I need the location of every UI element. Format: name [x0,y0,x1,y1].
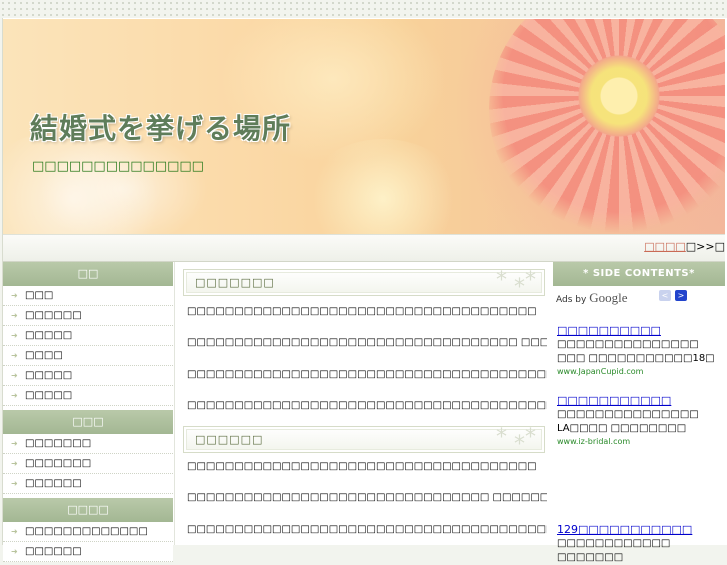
paragraph: □□□□□□□□□□□□□□□□□□□□□□□□□□□□□□□□□□□□□□□□… [187,524,547,535]
ad-unit: 129□□□□□□□□□□□ □□□□□□□□□□□□ □□□□□□□ [557,523,717,565]
next-page-link[interactable]: □□□□ [644,240,686,253]
section-heading: □□□□□□ [195,433,264,446]
left-menu-item[interactable]: □□□□ [3,346,173,366]
site-title[interactable]: 結婚式を挙げる場所 [30,107,291,147]
paragraph: □□□□□□□□□□□□□□□□□□□□□□□□□□□□□□□□□□□ □□□□… [187,337,547,348]
left-menu-item[interactable]: □□□□□□ [3,542,173,562]
ad-text: □□□□□□□□□□□□□□□ LA□□□□ □□□□□□□□ [557,409,699,434]
header-banner: 結婚式を挙げる場所 □□□□□□□□□□□□□□ [3,19,725,234]
left-section-heading: □□□□ [3,498,173,522]
stars-ornament: * ⁎* [496,425,536,450]
ad-unit: □□□□□□□□□□ □□□□□□□□□□□□□□□ □□□ □□□□□□□□□… [557,324,717,377]
left-menu-item[interactable]: □□□□□□ [3,474,173,494]
next-page-arrow: □>>□ [685,240,725,253]
left-sidebar: □□ □□□ □□□□□□ □□□□□ □□□□ □□□□□ □□□□□ □□□… [3,262,173,562]
left-menu-item[interactable]: □□□□□□□ [3,434,173,454]
google-logo: Google [589,290,628,305]
nav-bar: □□□□□>>□ [3,234,725,262]
left-menu-item[interactable]: □□□□□□□ [3,454,173,474]
left-section-heading: □□□ [3,410,173,434]
ad-text: □□□□□□□□□□□□□□□ □□□ □□□□□□□□□□□18□ [557,339,715,364]
left-menu-item[interactable]: □□□□□□□□□□□□□ [3,522,173,542]
section-heading: □□□□□□□ [195,276,275,289]
paragraph: □□□□□□□□□□□□□□□□□□□□□□□□□□□□□□□□□□□□□ [187,461,537,472]
paragraph: □□□□□□□□□□□□□□□□□□□□□□□□□□□□□□□□□□□□□□□□… [187,400,547,411]
stars-ornament: * ⁎* [496,268,536,293]
site-subtitle: □□□□□□□□□□□□□□ [32,159,204,174]
ad-url[interactable]: www.iz-bridal.com [557,436,717,447]
ad-title-link[interactable]: □□□□□□□□□□ [557,324,717,338]
ad-text: □□□□□□□□□□□□ □□□□□□□ [557,538,671,563]
left-menu-item[interactable]: □□□□□□ [3,306,173,326]
paragraph: □□□□□□□□□□□□□□□□□□□□□□□□□□□□□□□□□□□□□□□□… [187,369,547,380]
ads-next-button[interactable]: > [675,290,687,301]
ads-by-google-label[interactable]: Ads by Google [556,290,627,306]
ads-prev-button[interactable]: < [659,290,671,301]
ad-title-link[interactable]: 129□□□□□□□□□□□ [557,523,717,537]
left-menu-item[interactable]: □□□□□ [3,366,173,386]
main-content: □□□□□□□ * ⁎* □□□□□□□□□□□□□□□□□□□□□□□□□□□… [174,262,554,545]
section-heading-box: □□□□□□ * ⁎* [183,425,545,453]
left-menu-item[interactable]: □□□□□ [3,386,173,406]
ad-title-link[interactable]: □□□□□□□□□□□ [557,394,717,408]
side-contents-heading: * SIDE CONTENTS* [553,262,725,286]
banner-bokeh [303,139,463,234]
right-sidebar: * SIDE CONTENTS* Ads by Google < > □□□□□… [553,262,725,563]
paragraph: □□□□□□□□□□□□□□□□□□□□□□□□□□□□□□□□□□□□□ [187,306,537,317]
left-menu-item[interactable]: □□□□□ [3,326,173,346]
ad-unit: □□□□□□□□□□□ □□□□□□□□□□□□□□□ LA□□□□ □□□□□… [557,394,717,447]
ads-label: Ads by [556,295,587,305]
paragraph: □□□□□□□□□□□□□□□□□□□□□□□□□□□□□□□□ □□□□□□□… [187,492,547,503]
left-menu-item[interactable]: □□□ [3,286,173,306]
ad-url[interactable]: www.JapanCupid.com [557,366,717,377]
section-heading-box: □□□□□□□ * ⁎* [183,268,545,296]
top-pattern-strip [0,0,727,18]
next-page-nav[interactable]: □□□□□>>□ [644,240,725,253]
left-section-heading: □□ [3,262,173,286]
